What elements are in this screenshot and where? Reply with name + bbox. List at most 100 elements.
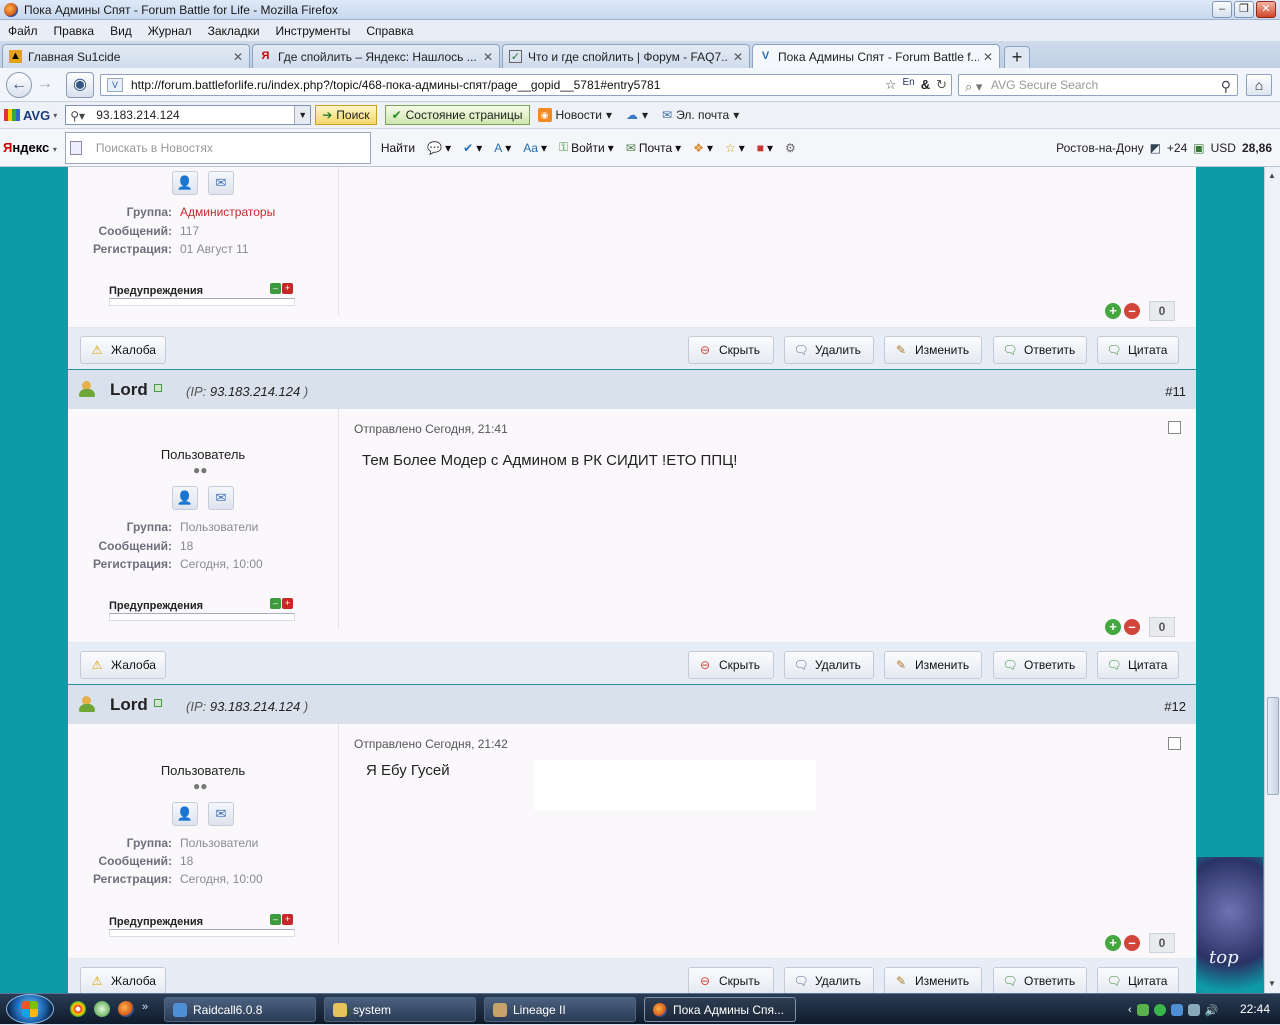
rep-up-button[interactable]: + [1105,935,1121,951]
email-menu[interactable]: ✉ Эл. почта ▾ [662,108,739,122]
currency-label[interactable]: USD [1211,141,1236,155]
scrollbar-thumb[interactable] [1267,697,1279,795]
quote-button[interactable]: 🗨 Цитата [1097,967,1179,993]
raidcall-tray-icon[interactable] [1170,1003,1183,1016]
volume-icon[interactable]: 🔊 [1205,1004,1219,1017]
author-link[interactable]: Lord [110,380,148,400]
restore-button[interactable]: ❐ [1234,1,1254,18]
menu-view[interactable]: Вид [110,24,132,38]
menu-help[interactable]: Справка [366,24,413,38]
rep-down-button[interactable]: – [1124,935,1140,951]
warn-increase-button[interactable]: + [282,914,293,925]
yandex-mail-button[interactable]: ✉ Почта ▾ [626,141,681,155]
weather-menu[interactable]: ☁ ▾ [626,108,648,122]
menu-tools[interactable]: Инструменты [276,24,351,38]
avg-search-input[interactable]: ⌕ ▾ AVG Secure Search ⚲ [958,74,1238,96]
reload-icon[interactable]: ↻ [936,77,947,93]
city-label[interactable]: Ростов-на-Дону [1056,141,1143,155]
tab-faq[interactable]: ✓ Что и где спойлить | Форум - FAQ7... ✕ [502,44,750,68]
reply-button[interactable]: 🗨 Ответить [993,336,1087,364]
task-firefox[interactable]: Пока Админы Спя... [644,997,796,1022]
translate-button[interactable]: A ▾ [494,141,511,155]
message-button[interactable]: ✉ [208,171,234,195]
complaint-button[interactable]: ⚠ Жалоба [80,336,166,364]
network-icon[interactable] [1187,1003,1200,1016]
dictionary-button[interactable]: Aa ▾ [523,141,547,155]
message-button[interactable]: ✉ [208,486,234,510]
delete-button[interactable]: 🗨 Удалить [784,967,874,993]
firefox-icon[interactable] [118,1001,134,1017]
hide-button[interactable]: ⊖ Скрыть [688,967,774,993]
forward-button[interactable]: → [32,72,58,98]
page-status-button[interactable]: ✔ Состояние страницы [384,105,530,125]
more-icon[interactable]: » [142,1001,158,1017]
ampersand-icon[interactable]: & [921,77,930,93]
message-button[interactable]: ✉ [208,802,234,826]
tab-su1cide[interactable]: ▲ Главная Su1cide ✕ [2,44,250,68]
settings-button[interactable]: ⚙ [785,141,796,155]
task-system[interactable]: system [324,997,476,1022]
rep-down-button[interactable]: – [1124,303,1140,319]
warn-decrease-button[interactable]: – [270,283,281,294]
rep-down-button[interactable]: – [1124,619,1140,635]
reply-button[interactable]: 🗨 Ответить [993,651,1087,679]
profile-button[interactable]: 👤 [172,486,198,510]
news-menu[interactable]: ◉ Новости ▾ [537,108,612,122]
security-tray-icon[interactable] [1153,1003,1166,1016]
profile-button[interactable]: 👤 [172,171,198,195]
url-bar[interactable]: V http://forum.battleforlife.ru/index.ph… [100,74,952,96]
translate-icon[interactable]: En [902,77,914,93]
complaint-button[interactable]: ⚠ Жалоба [80,651,166,679]
bookmark-star-icon[interactable]: ☆ [885,77,897,93]
clover-tray-icon[interactable] [1136,1003,1149,1016]
dropdown-arrow-icon[interactable]: ▼ [294,106,311,124]
task-lineage[interactable]: Lineage II [484,997,636,1022]
search-icon[interactable]: ⚲ [1221,76,1231,96]
home-button[interactable]: ⌂ [1246,74,1272,96]
back-button[interactable]: ← [6,72,32,98]
menu-bookmarks[interactable]: Закладки [208,24,260,38]
close-tab-icon[interactable]: ✕ [983,50,993,64]
quote-button[interactable]: 🗨 Цитата [1097,336,1179,364]
clock[interactable]: 22:44 [1240,1002,1270,1016]
close-window-button[interactable]: ✕ [1256,1,1276,18]
post-number-link[interactable]: #12 [1164,699,1186,714]
warn-decrease-button[interactable]: – [270,914,281,925]
chrome-icon[interactable] [70,1001,86,1017]
delete-button[interactable]: 🗨 Удалить [784,651,874,679]
quote-button[interactable]: 🗨 Цитата [1097,651,1179,679]
warn-decrease-button[interactable]: – [270,598,281,609]
delete-button[interactable]: 🗨 Удалить [784,336,874,364]
temperature-label[interactable]: +24 [1167,141,1187,155]
tab-yandex-search[interactable]: Я Где спойлить – Яндекс: Нашлось ... ✕ [252,44,500,68]
cards-button[interactable]: ■ ▾ [757,141,773,155]
rep-up-button[interactable]: + [1105,619,1121,635]
vertical-scrollbar[interactable]: ▲ ▼ [1264,167,1280,993]
spellcheck-button[interactable]: ✔ ▾ [463,141,482,155]
menu-file[interactable]: Файл [8,24,38,38]
menu-history[interactable]: Журнал [148,24,192,38]
close-tab-icon[interactable]: ✕ [733,50,743,64]
tab-forum-active[interactable]: V Пока Админы Спят - Forum Battle f... ✕ [752,44,1000,68]
avg-button[interactable]: ◉ [66,72,94,98]
tray-expand-icon[interactable]: ‹ [1128,1004,1132,1016]
select-post-checkbox[interactable] [1168,421,1181,434]
profile-button[interactable]: 👤 [172,802,198,826]
chat-menu[interactable]: 💬 ▾ [427,141,451,155]
find-button[interactable]: Найти [381,141,415,155]
edit-button[interactable]: ✎ Изменить [884,336,982,364]
minimize-button[interactable]: – [1212,1,1232,18]
yandex-logo[interactable]: Яндекс ▾ [3,140,57,155]
rep-up-button[interactable]: + [1105,303,1121,319]
login-button[interactable]: ⚿ Войти ▾ [559,140,614,155]
clover-icon[interactable] [94,1001,110,1017]
new-tab-button[interactable]: + [1004,46,1030,68]
edit-button[interactable]: ✎ Изменить [884,651,982,679]
avg-logo[interactable]: AVG ▾ [4,108,57,123]
avg-search-button[interactable]: ➔ Поиск [315,105,377,125]
edit-button[interactable]: ✎ Изменить [884,967,982,993]
scroll-down-icon[interactable]: ▼ [1268,979,1276,988]
warn-increase-button[interactable]: + [282,283,293,294]
scroll-up-icon[interactable]: ▲ [1268,171,1276,180]
task-raidcall[interactable]: Raidcall6.0.8 [164,997,316,1022]
